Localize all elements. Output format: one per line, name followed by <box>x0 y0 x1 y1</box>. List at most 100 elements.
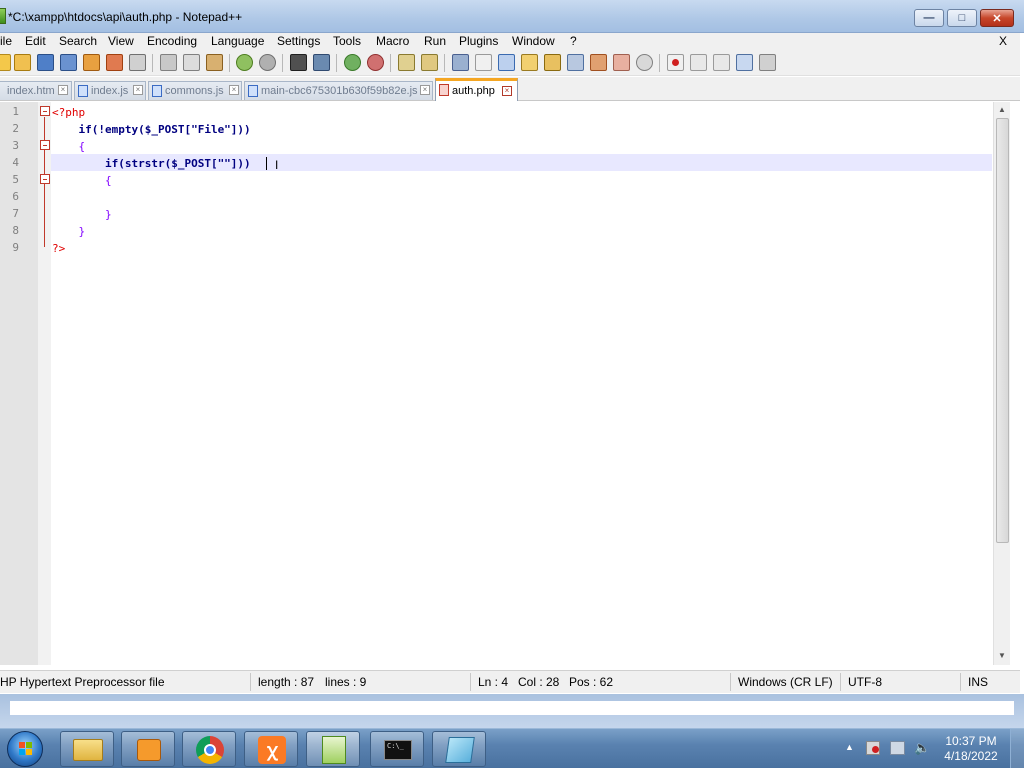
menu-plugins[interactable]: Plugins <box>459 33 498 50</box>
monitoring-icon[interactable] <box>613 54 630 71</box>
menu-search[interactable]: Search <box>59 33 97 50</box>
folder-as-workspace-icon[interactable] <box>590 54 607 71</box>
start-button[interactable] <box>7 731 43 767</box>
tab-index-js[interactable]: index.js × <box>74 81 146 100</box>
show-hidden-icons-icon[interactable]: ▲ <box>845 742 854 752</box>
cut-icon[interactable] <box>160 54 177 71</box>
taskbar-chrome[interactable] <box>182 731 236 767</box>
taskbar-windows-explorer[interactable] <box>60 731 114 767</box>
tab-close-icon[interactable]: × <box>133 85 143 95</box>
i-beam-cursor-icon: I <box>275 158 279 172</box>
play-macro-icon[interactable] <box>713 54 730 71</box>
replace-icon[interactable] <box>313 54 330 71</box>
menu-view[interactable]: View <box>108 33 134 50</box>
close-file-icon[interactable] <box>83 54 100 71</box>
title-bar[interactable]: *C:\xampp\htdocs\api\auth.php - Notepad+… <box>0 0 1024 33</box>
close-button[interactable]: ✕ <box>980 9 1014 27</box>
menu-window[interactable]: Window <box>512 33 555 50</box>
find-icon[interactable] <box>290 54 307 71</box>
fold-toggle-icon[interactable] <box>40 174 50 184</box>
open-file-icon[interactable] <box>14 54 31 71</box>
code-editor[interactable]: 1 2 3 4 5 6 7 8 9 <?php if(!empty($_POST… <box>0 102 1020 665</box>
user-language-icon[interactable] <box>521 54 538 71</box>
minimize-button[interactable]: — <box>914 9 944 27</box>
tab-close-icon[interactable]: × <box>229 85 239 95</box>
tab-close-icon[interactable]: × <box>58 85 68 95</box>
redo-icon[interactable] <box>259 54 276 71</box>
clock[interactable]: 10:37 PM 4/18/2022 <box>943 734 999 764</box>
php-close-tag: ?> <box>52 242 66 255</box>
indent-guide-icon[interactable] <box>498 54 515 71</box>
run-macro-multiple-icon[interactable] <box>736 54 753 71</box>
zoom-in-icon[interactable] <box>344 54 361 71</box>
sync-horizontal-icon[interactable] <box>421 54 438 71</box>
scroll-up-icon[interactable]: ▲ <box>998 105 1006 114</box>
tab-bar: index.htm × index.js × commons.js × main… <box>0 77 1020 101</box>
show-desktop-button[interactable] <box>1010 729 1024 768</box>
print-icon[interactable] <box>129 54 146 71</box>
record-macro-icon[interactable] <box>667 54 684 71</box>
taskbar-xampp[interactable]: ꭓ <box>244 731 298 767</box>
word-wrap-icon[interactable] <box>452 54 469 71</box>
network-icon[interactable] <box>890 741 905 755</box>
zoom-out-icon[interactable] <box>367 54 384 71</box>
tab-close-icon[interactable]: × <box>502 86 512 96</box>
fold-toggle-icon[interactable] <box>40 140 50 150</box>
scroll-down-icon[interactable]: ▼ <box>998 651 1006 660</box>
close-document-button[interactable]: X <box>999 33 1007 50</box>
taskbar: ꭓ C:\_ ▲ 🔈 10:37 PM 4/18/2022 <box>0 728 1024 768</box>
menu-run[interactable]: Run <box>424 33 446 50</box>
menu-file[interactable]: ile <box>0 33 12 50</box>
new-file-icon[interactable] <box>0 54 11 71</box>
taskbar-notepad[interactable] <box>432 731 486 767</box>
fold-margin <box>38 102 51 665</box>
document-map-icon[interactable] <box>544 54 561 71</box>
status-separator <box>250 673 251 691</box>
undo-icon[interactable] <box>236 54 253 71</box>
taskbar-command-prompt[interactable]: C:\_ <box>370 731 424 767</box>
fold-toggle-icon[interactable] <box>40 106 50 116</box>
menu-macro[interactable]: Macro <box>376 33 409 50</box>
notepad-plus-plus-icon <box>322 736 346 764</box>
menu-bar: ile Edit Search View Encoding Language S… <box>0 33 1020 50</box>
menu-language[interactable]: Language <box>211 33 264 50</box>
tab-close-icon[interactable]: × <box>420 85 430 95</box>
menu-edit[interactable]: Edit <box>25 33 46 50</box>
view-icon[interactable] <box>636 54 653 71</box>
text-caret <box>266 157 267 170</box>
scrollbar-thumb[interactable] <box>996 118 1009 543</box>
taskbar-notepad-plus-plus[interactable] <box>306 731 360 767</box>
clock-date: 4/18/2022 <box>944 749 998 763</box>
save-icon[interactable] <box>37 54 54 71</box>
maximize-button[interactable]: □ <box>947 9 977 27</box>
taskbar-media-player[interactable] <box>121 731 175 767</box>
volume-icon[interactable]: 🔈 <box>914 740 930 756</box>
menu-help[interactable]: ? <box>570 33 577 50</box>
copy-icon[interactable] <box>183 54 200 71</box>
code-line-5: { <box>52 172 112 189</box>
status-position: Pos : 62 <box>569 675 614 689</box>
show-all-characters-icon[interactable] <box>475 54 492 71</box>
stop-recording-icon[interactable] <box>690 54 707 71</box>
vertical-scrollbar[interactable]: ▲ ▼ <box>993 102 1010 665</box>
toolbar-separator <box>229 54 230 72</box>
menu-settings[interactable]: Settings <box>277 33 320 50</box>
tab-main-js[interactable]: main-cbc675301b630f59b82e.js × <box>244 81 433 100</box>
paste-icon[interactable] <box>206 54 223 71</box>
tab-label: main-cbc675301b630f59b82e.js <box>261 85 418 97</box>
action-center-icon[interactable] <box>866 741 880 755</box>
status-length: length : 87 <box>258 675 315 689</box>
save-macro-icon[interactable] <box>759 54 776 71</box>
xampp-icon: ꭓ <box>258 736 286 764</box>
tab-index-htm[interactable]: index.htm × <box>0 81 72 100</box>
sync-vertical-icon[interactable] <box>398 54 415 71</box>
toolbar-separator <box>336 54 337 72</box>
save-all-icon[interactable] <box>60 54 77 71</box>
clock-time: 10:37 PM <box>945 734 997 748</box>
function-list-icon[interactable] <box>567 54 584 71</box>
close-all-icon[interactable] <box>106 54 123 71</box>
tab-auth-php[interactable]: auth.php × <box>435 78 518 101</box>
tab-commons-js[interactable]: commons.js × <box>148 81 242 100</box>
menu-encoding[interactable]: Encoding <box>147 33 197 50</box>
menu-tools[interactable]: Tools <box>333 33 361 50</box>
